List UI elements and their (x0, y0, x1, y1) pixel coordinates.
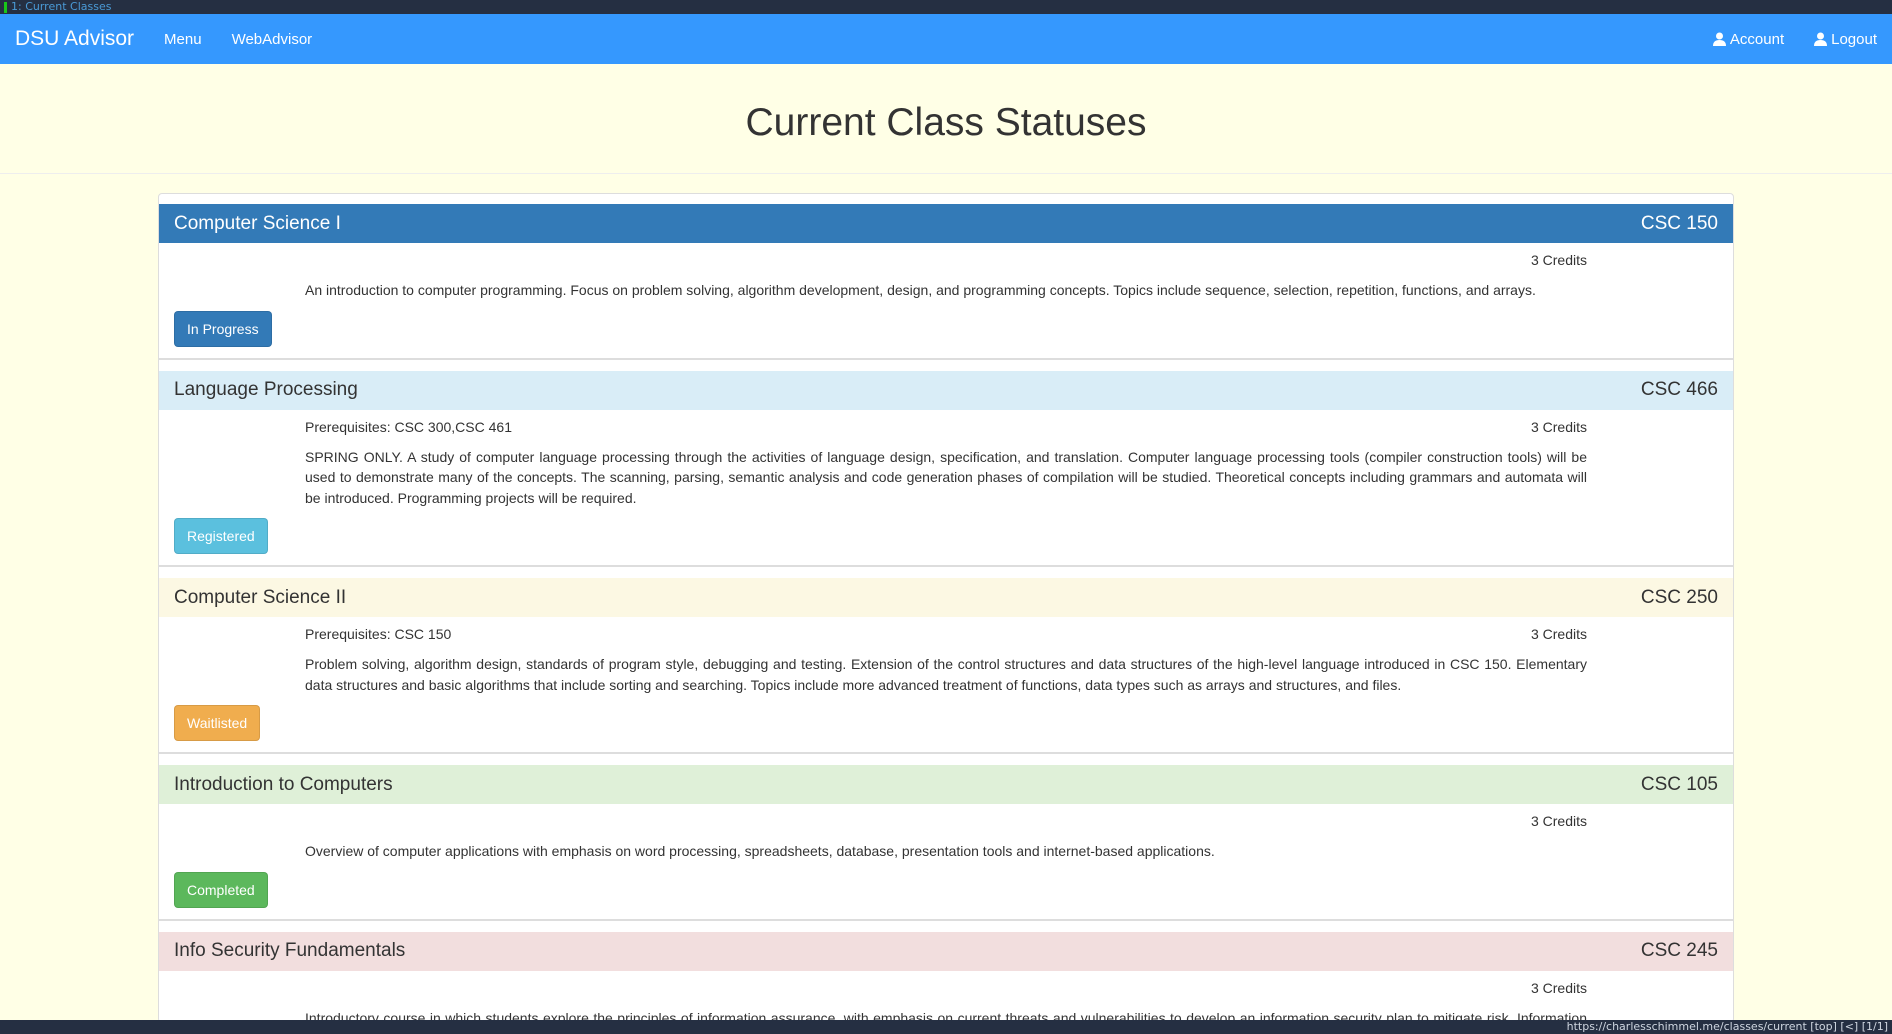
logout-link[interactable]: Logout (1814, 31, 1877, 48)
class-code: CSC 105 (1640, 773, 1718, 795)
class-header: Introduction to Computers CSC 105 (159, 765, 1733, 804)
class-header: Language Processing CSC 466 (159, 370, 1733, 410)
class-prerequisites: Prerequisites: CSC 150 (305, 626, 452, 642)
class-name: Computer Science I (174, 212, 341, 234)
brand-link[interactable]: DSU Advisor (15, 27, 134, 51)
class-panel: Introduction to Computers CSC 105 3 Cred… (159, 765, 1733, 921)
class-prerequisites: Prerequisites: CSC 300,CSC 461 (305, 418, 512, 435)
browser-tab-bar: 1: Current Classes (0, 0, 1892, 14)
class-panel: Computer Science I CSC 150 3 Credits An … (159, 204, 1733, 360)
class-prerequisites (305, 811, 1531, 831)
class-description: Problem solving, algorithm design, stand… (305, 656, 1587, 693)
class-list[interactable]: Computer Science I CSC 150 3 Credits An … (158, 193, 1734, 1023)
class-description: SPRING ONLY. A study of computer languag… (305, 448, 1587, 506)
class-code: CSC 150 (1640, 212, 1718, 234)
status-bar: https://charlesschimmel.me/classes/curre… (0, 1020, 1892, 1034)
status-button[interactable]: In Progress (174, 310, 272, 347)
class-credits: 3 Credits (1530, 813, 1587, 829)
class-prerequisites (305, 250, 1531, 270)
user-icon (1814, 32, 1828, 46)
page-header: Current Class Statuses (0, 64, 1892, 174)
class-name: Computer Science II (174, 586, 347, 608)
nav-menu-link[interactable]: Menu (164, 31, 202, 48)
account-link[interactable]: Account (1712, 30, 1785, 48)
user-icon (1712, 32, 1726, 46)
page-title: Current Class Statuses (745, 100, 1147, 144)
class-name: Info Security Fundamentals (174, 940, 406, 961)
class-name: Introduction to Computers (174, 773, 393, 795)
class-header: Info Security Fundamentals CSC 245 (159, 931, 1733, 971)
active-tab-indicator (4, 1, 7, 13)
class-header: Computer Science I CSC 150 (159, 204, 1733, 243)
class-credits: 3 Credits (1530, 252, 1587, 268)
class-prerequisites (305, 978, 1531, 998)
navbar: DSU Advisor Menu WebAdvisor Account Logo… (0, 14, 1892, 64)
class-panel: Language Processing CSC 466 Prerequisite… (159, 370, 1733, 567)
status-button[interactable]: Registered (174, 518, 268, 554)
class-name: Language Processing (174, 379, 358, 400)
status-button[interactable]: Waitlisted (174, 705, 261, 741)
tab-title[interactable]: 1: Current Classes (11, 0, 111, 14)
class-panel: Computer Science II CSC 250 Prerequisite… (159, 578, 1733, 754)
class-header: Computer Science II CSC 250 (159, 578, 1733, 617)
class-credits: 3 Credits (1530, 979, 1587, 996)
class-code: CSC 466 (1640, 379, 1718, 400)
class-credits: 3 Credits (1530, 626, 1587, 642)
nav-webadvisor-link[interactable]: WebAdvisor (232, 31, 313, 48)
status-button[interactable]: Completed (174, 871, 268, 908)
account-label: Account (1729, 30, 1785, 48)
logout-label: Logout (1831, 30, 1877, 48)
class-code: CSC 245 (1640, 940, 1718, 961)
class-panel: Info Security Fundamentals CSC 245 3 Cre… (159, 931, 1733, 1022)
class-description: An introduction to computer programming.… (305, 282, 1536, 298)
class-code: CSC 250 (1640, 586, 1718, 608)
class-credits: 3 Credits (1530, 418, 1587, 435)
class-description: Overview of computer applications with e… (305, 843, 1215, 859)
